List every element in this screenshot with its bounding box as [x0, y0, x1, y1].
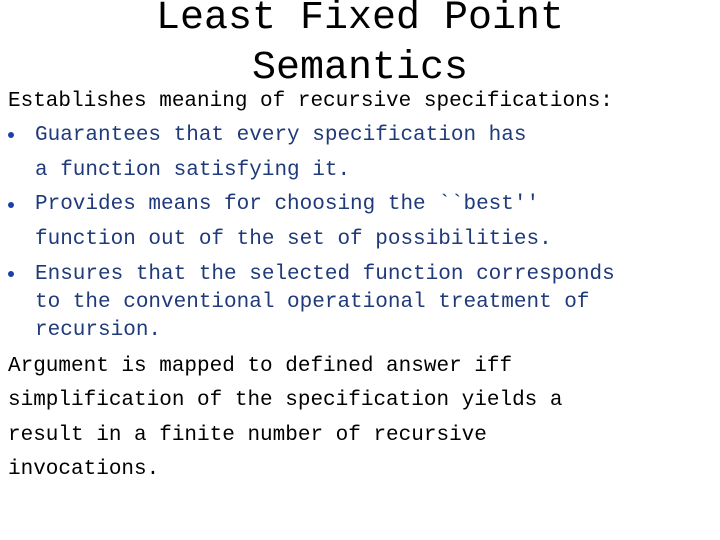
bullet-text: to the conventional operational treatmen…	[35, 291, 590, 314]
bullet-text: Provides means for choosing the ``best''	[35, 193, 540, 216]
bullet-text: recursion.	[35, 319, 162, 342]
conclusion-line: Argument is mapped to defined answer iff	[8, 355, 513, 378]
bullet-text: function out of the set of possibilities…	[35, 228, 552, 251]
intro-text: Establishes meaning of recursive specifi…	[8, 90, 613, 113]
bullet-text: Guarantees that every specification has	[35, 124, 527, 147]
bullet-dot-icon	[8, 132, 14, 138]
conclusion-line: invocations.	[8, 458, 160, 481]
title-line-1: Least Fixed Point	[155, 0, 565, 41]
bullet-text: a function satisfying it.	[35, 159, 351, 182]
bullet-text: Ensures that the selected function corre…	[35, 263, 615, 286]
conclusion-line: simplification of the specification yiel…	[8, 389, 563, 412]
bullet-dot-icon	[8, 271, 14, 277]
conclusion-line: result in a finite number of recursive	[8, 424, 487, 447]
bullet-dot-icon	[8, 202, 14, 208]
title-line-2: Semantics	[251, 46, 469, 91]
